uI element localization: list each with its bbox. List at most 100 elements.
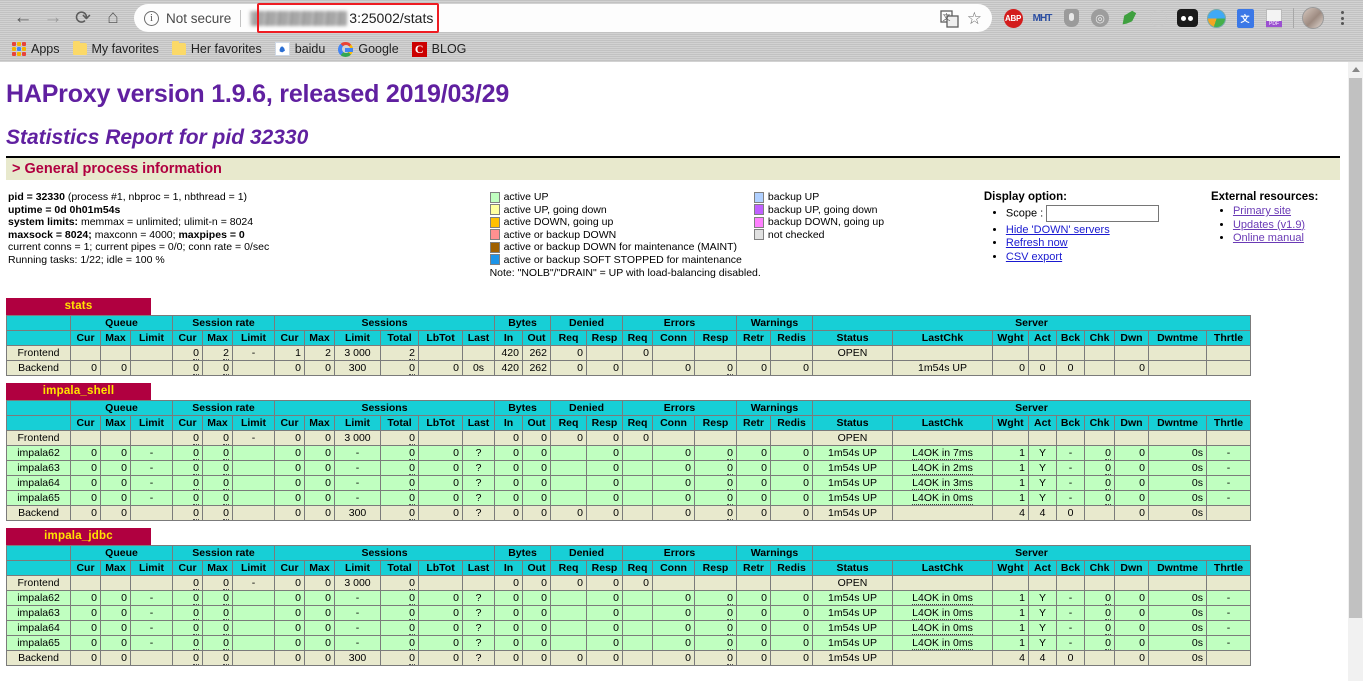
row-label-impala65[interactable]: impala65 xyxy=(6,635,71,651)
translate-icon[interactable]: 文 xyxy=(940,9,959,28)
cell-value-s_total[interactable]: 0 xyxy=(409,432,415,445)
scrollbar-up-arrow[interactable] xyxy=(1348,62,1363,77)
cell-value-s_total[interactable]: 0 xyxy=(409,577,415,590)
cell-value-sr_cur[interactable]: 0 xyxy=(193,462,199,475)
cell-value-sr_max[interactable]: 0 xyxy=(223,477,229,490)
scrollbar-thumb[interactable] xyxy=(1349,78,1362,618)
cell-value-sr_cur[interactable]: 0 xyxy=(193,362,199,375)
cell-value-sr_max[interactable]: 0 xyxy=(223,592,229,605)
online-manual-item[interactable]: Online manual xyxy=(1233,232,1348,244)
cell-value-sr_max[interactable]: 0 xyxy=(223,607,229,620)
online-manual-link[interactable]: Online manual xyxy=(1233,232,1304,244)
bookmark-google[interactable]: Google xyxy=(334,38,407,60)
row-label-impala62[interactable]: impala62 xyxy=(6,590,71,606)
shield-icon[interactable] xyxy=(1058,5,1084,31)
row-label-impala65[interactable]: impala65 xyxy=(6,490,71,506)
globe-icon[interactable] xyxy=(1203,5,1229,31)
cell-value-sr_max[interactable]: 0 xyxy=(223,507,229,520)
cell-value-chk[interactable]: 0 xyxy=(1105,622,1111,635)
cell-value-sr_max[interactable]: 0 xyxy=(223,492,229,505)
cell-value-sr_max[interactable]: 0 xyxy=(223,622,229,635)
updates-item[interactable]: Updates (v1.9) xyxy=(1233,219,1348,231)
primary-site-item[interactable]: Primary site xyxy=(1233,205,1348,217)
cell-value-sr_cur[interactable]: 0 xyxy=(193,592,199,605)
cell-value-sr_cur[interactable]: 0 xyxy=(193,652,199,665)
cell-value-lastchk[interactable]: L4OK in 0ms xyxy=(912,622,973,635)
adblock-plus-icon[interactable]: ABP xyxy=(1000,5,1026,31)
cell-value-s_total[interactable]: 0 xyxy=(409,462,415,475)
cell-value-chk[interactable]: 0 xyxy=(1105,607,1111,620)
cell-value-lastchk[interactable]: L4OK in 3ms xyxy=(912,477,973,490)
cell-value-s_total[interactable]: 0 xyxy=(409,477,415,490)
cell-value-e_resp[interactable]: 0 xyxy=(727,492,733,505)
hide-down-servers-link[interactable]: Hide 'DOWN' servers xyxy=(1006,224,1110,236)
csv-export-link[interactable]: CSV export xyxy=(1006,251,1062,263)
bookmark-my-favorites[interactable]: My favorites xyxy=(69,38,168,60)
bookmark-baidu[interactable]: baidu xyxy=(271,38,335,60)
cell-value-sr_max[interactable]: 0 xyxy=(223,652,229,665)
cell-value-lastchk[interactable]: L4OK in 0ms xyxy=(912,607,973,620)
csv-export-item[interactable]: CSV export xyxy=(1006,251,1211,263)
cell-value-sr_cur[interactable]: 0 xyxy=(193,447,199,460)
cell-value-sr_cur[interactable]: 0 xyxy=(193,607,199,620)
pdf-icon[interactable] xyxy=(1261,5,1287,31)
cell-value-sr_cur[interactable]: 0 xyxy=(193,622,199,635)
cell-value-s_total[interactable]: 0 xyxy=(409,622,415,635)
cell-value-lastchk[interactable]: L4OK in 7ms xyxy=(912,447,973,460)
refresh-now-link[interactable]: Refresh now xyxy=(1006,237,1068,249)
cell-value-e_resp[interactable]: 0 xyxy=(727,607,733,620)
cell-value-s_total[interactable]: 0 xyxy=(409,652,415,665)
cell-value-chk[interactable]: 0 xyxy=(1105,592,1111,605)
cell-value-sr_cur[interactable]: 0 xyxy=(193,507,199,520)
star-icon[interactable]: ☆ xyxy=(967,10,982,27)
ring-icon[interactable]: ◎ xyxy=(1087,5,1113,31)
refresh-now-item[interactable]: Refresh now xyxy=(1006,237,1211,249)
cell-value-lastchk[interactable]: L4OK in 0ms xyxy=(912,592,973,605)
cell-value-s_total[interactable]: 0 xyxy=(409,362,415,375)
cell-value-sr_cur[interactable]: 0 xyxy=(193,432,199,445)
cell-value-sr_max[interactable]: 0 xyxy=(223,637,229,650)
cell-value-s_total[interactable]: 0 xyxy=(409,592,415,605)
cell-value-sr_max[interactable]: 2 xyxy=(223,347,229,360)
leaf-icon[interactable] xyxy=(1116,5,1142,31)
row-label-impala64[interactable]: impala64 xyxy=(6,620,71,636)
cell-value-sr_max[interactable]: 0 xyxy=(223,462,229,475)
address-bar[interactable]: i Not secure 3:25002/stats 文 ☆ xyxy=(134,4,992,32)
cell-value-s_total[interactable]: 0 xyxy=(409,637,415,650)
updates-link[interactable]: Updates (v1.9) xyxy=(1233,219,1305,231)
oo-icon[interactable] xyxy=(1174,5,1200,31)
cell-value-chk[interactable]: 0 xyxy=(1105,462,1111,475)
compass-icon[interactable] xyxy=(1145,5,1171,31)
cell-value-s_total[interactable]: 0 xyxy=(409,507,415,520)
reload-button[interactable]: ⟳ xyxy=(68,3,98,33)
cell-value-e_resp[interactable]: 0 xyxy=(727,462,733,475)
row-label-impala64[interactable]: impala64 xyxy=(6,475,71,491)
cell-value-e_resp[interactable]: 0 xyxy=(727,477,733,490)
cell-value-s_total[interactable]: 0 xyxy=(409,492,415,505)
page-scrollbar[interactable] xyxy=(1348,62,1363,681)
cell-value-chk[interactable]: 0 xyxy=(1105,477,1111,490)
avatar[interactable] xyxy=(1300,5,1326,31)
kebab-menu-icon[interactable] xyxy=(1329,5,1355,31)
cell-value-s_total[interactable]: 0 xyxy=(409,447,415,460)
home-button[interactable]: ⌂ xyxy=(98,3,128,33)
cell-value-e_resp[interactable]: 0 xyxy=(727,622,733,635)
google-translate-icon[interactable]: 文 xyxy=(1232,5,1258,31)
row-label-impala63[interactable]: impala63 xyxy=(6,605,71,621)
cell-value-sr_max[interactable]: 0 xyxy=(223,432,229,445)
cell-value-e_resp[interactable]: 0 xyxy=(727,592,733,605)
cell-value-s_total[interactable]: 0 xyxy=(409,607,415,620)
back-button[interactable]: ← xyxy=(8,3,38,33)
cell-value-sr_max[interactable]: 0 xyxy=(223,362,229,375)
cell-value-chk[interactable]: 0 xyxy=(1105,492,1111,505)
bookmark-her-favorites[interactable]: Her favorites xyxy=(168,38,271,60)
cell-value-lastchk[interactable]: L4OK in 0ms xyxy=(912,492,973,505)
cell-value-sr_max[interactable]: 0 xyxy=(223,577,229,590)
primary-site-link[interactable]: Primary site xyxy=(1233,205,1291,217)
cell-value-sr_cur[interactable]: 0 xyxy=(193,477,199,490)
cell-value-lastchk[interactable]: L4OK in 0ms xyxy=(912,637,973,650)
row-label-impala62[interactable]: impala62 xyxy=(6,445,71,461)
cell-value-sr_cur[interactable]: 0 xyxy=(193,347,199,360)
bookmark-apps[interactable]: Apps xyxy=(8,38,69,60)
cell-value-lastchk[interactable]: L4OK in 2ms xyxy=(912,462,973,475)
